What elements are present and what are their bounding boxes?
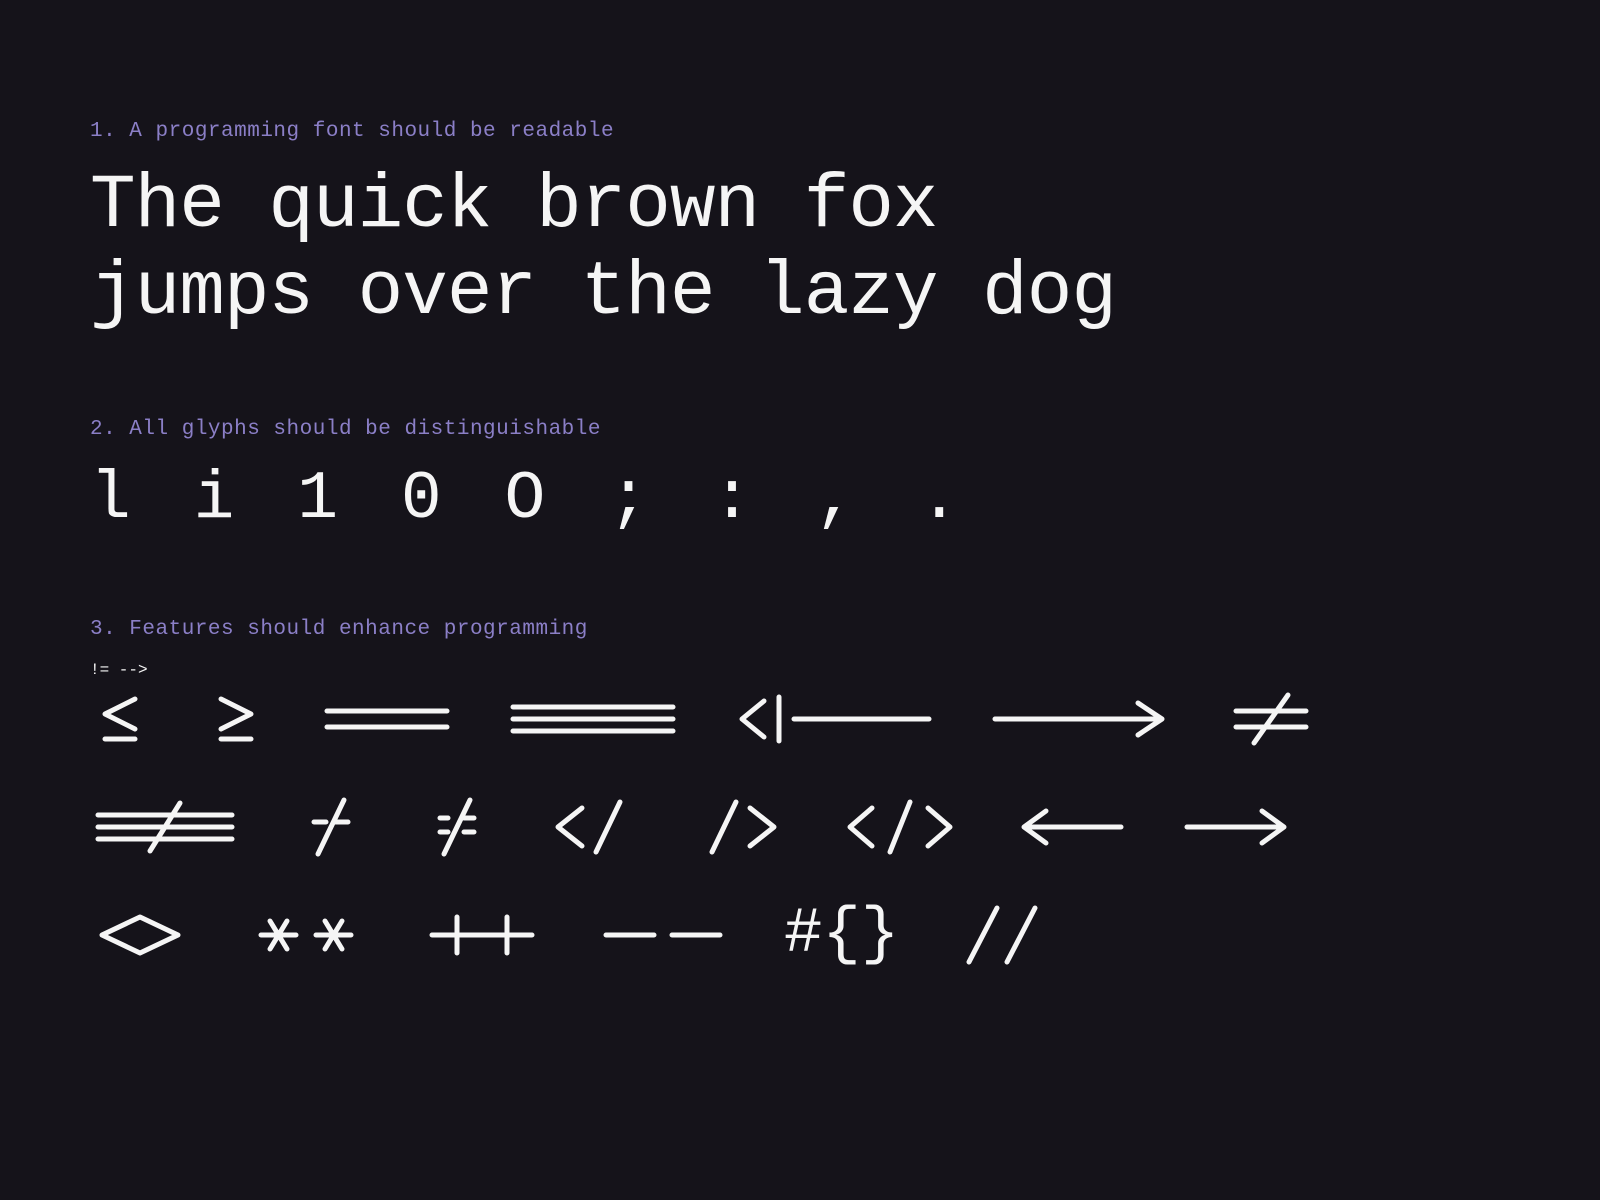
ligature-neq <box>1226 689 1316 749</box>
ligature-strict-eq <box>508 689 678 749</box>
section-features: 3. Features should enhance programming !… <box>90 618 1510 975</box>
ligature-arrow-long-right <box>990 689 1170 749</box>
ligature-self-close <box>694 792 784 862</box>
ligature-slash-eq2 <box>422 792 492 862</box>
ligature-row-3: #{} <box>90 895 1510 975</box>
ligature-eq <box>322 689 452 749</box>
glyph-samples: l i 1 0 O ; : , . <box>90 461 1510 538</box>
section-label-3: 3. Features should enhance programming <box>90 618 1510 641</box>
ligature-diamond <box>90 905 190 965</box>
ligature-gte <box>206 689 266 749</box>
ligature-row-2 <box>90 787 1510 867</box>
ligature-arrow-left <box>1016 797 1126 857</box>
ligature-html-comment-open <box>734 689 934 749</box>
ligature-tag <box>840 792 960 862</box>
ligature-minus-minus <box>598 905 728 965</box>
ligature-row-1 <box>90 679 1510 759</box>
ligature-close-tag-open <box>548 792 638 862</box>
ligature-double-slash <box>955 900 1055 970</box>
ligature-lte <box>90 689 150 749</box>
pangram-text: The quick brown fox jumps over the lazy … <box>90 163 1510 338</box>
section-label-1: 1. A programming font should be readable <box>90 120 1510 143</box>
ligature-plus-plus <box>422 905 542 965</box>
ligature-double-star <box>246 905 366 965</box>
section-distinguishable: 2. All glyphs should be distinguishable … <box>90 418 1510 538</box>
ligature-arrow-right <box>1182 797 1292 857</box>
ligature-hash-brace: #{} <box>784 899 899 971</box>
section-label-2: 2. All glyphs should be distinguishable <box>90 418 1510 441</box>
ligature-grid: != --> <box>90 661 1510 975</box>
section-readable: 1. A programming font should be readable… <box>90 120 1510 338</box>
ligature-slash-eq <box>296 792 366 862</box>
ligature-strict-neq <box>90 797 240 857</box>
